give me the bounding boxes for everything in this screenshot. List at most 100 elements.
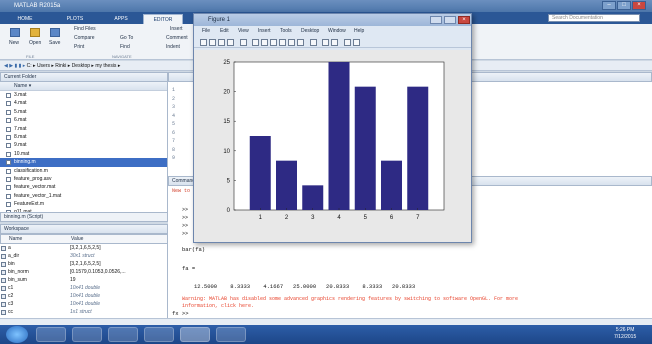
menu-view[interactable]: View (238, 27, 249, 36)
file-list-item[interactable]: 7.mat (0, 125, 167, 133)
file-list-item[interactable]: 3.mat (0, 91, 167, 99)
variable-value: [0.1579,0.1053,0.0526,... (70, 269, 126, 275)
menu-edit[interactable]: Edit (220, 27, 229, 36)
taskbar-figure-icon[interactable] (216, 327, 246, 342)
edit-plot-icon[interactable] (240, 39, 247, 46)
variable-value: 19 (70, 277, 76, 283)
workspace-row[interactable]: bin_sum 19 (0, 276, 167, 284)
start-button-icon[interactable] (6, 326, 28, 343)
bar (381, 160, 402, 210)
new-icon[interactable] (10, 28, 20, 37)
workspace-row[interactable]: bin [3,2,1,6,5,2,5] (0, 260, 167, 268)
insert-button[interactable]: Insert (170, 26, 183, 32)
file-list-item[interactable]: feature_prog.asv (0, 175, 167, 183)
workspace-row[interactable]: a_dir 30x1 struct (0, 252, 167, 260)
minimize-button[interactable]: – (602, 1, 616, 10)
file-list-item[interactable]: 10.mat (0, 150, 167, 158)
new-figure-icon[interactable] (200, 39, 207, 46)
mat-file-icon (6, 193, 11, 199)
nav-arrows-icon[interactable]: ◀ ▶ ▮ ▮ ▸ (4, 63, 27, 69)
hide-tools-icon[interactable] (344, 39, 351, 46)
pan-icon[interactable] (270, 39, 277, 46)
script-file-icon (6, 168, 11, 174)
menu-desktop[interactable]: Desktop (301, 27, 319, 36)
find-files-button[interactable]: Find Files (74, 26, 96, 32)
warning-message-2[interactable]: information, click here. (182, 303, 254, 309)
command-prompt[interactable]: fx >> (172, 310, 189, 317)
file-list-item[interactable]: 8.mat (0, 133, 167, 141)
print-figure-icon[interactable] (227, 39, 234, 46)
workspace-header: Workspace (0, 224, 168, 234)
prompt: >> (182, 223, 189, 229)
menu-window[interactable]: Window (328, 27, 346, 36)
variable-icon (1, 270, 6, 275)
taskbar-explorer-icon[interactable] (36, 327, 66, 342)
workspace-row[interactable]: c3 10x41 double (0, 300, 167, 308)
menu-insert[interactable]: Insert (258, 27, 271, 36)
workspace-row[interactable]: cc 1x1 struct (0, 308, 167, 316)
file-list-item[interactable]: 5.mat (0, 108, 167, 116)
file-list-item[interactable]: FeatureExt.m (0, 200, 167, 208)
show-tools-icon[interactable] (353, 39, 360, 46)
colorbar-icon[interactable] (322, 39, 329, 46)
figure-toolbar (194, 37, 471, 48)
file-list-item[interactable]: 6.mat (0, 116, 167, 124)
tab-plots[interactable]: PLOTS (58, 14, 92, 24)
figure-minimize-button[interactable] (430, 16, 442, 24)
save-icon[interactable] (50, 28, 60, 37)
open-file-icon[interactable] (209, 39, 216, 46)
y-tick-label: 20 (223, 90, 230, 96)
menu-help[interactable]: Help (354, 27, 364, 36)
rotate-icon[interactable] (279, 39, 286, 46)
workspace-name-header[interactable]: Name (9, 235, 22, 244)
indent-button[interactable]: Indent (166, 44, 180, 50)
comment-button[interactable]: Comment (166, 35, 188, 41)
file-name: 9.mat (14, 142, 27, 149)
workspace-value-header[interactable]: Value (71, 235, 83, 244)
brush-icon[interactable] (297, 39, 304, 46)
file-list-item[interactable]: classification.m (0, 167, 167, 175)
find-button[interactable]: Find (120, 44, 130, 50)
file-list-item[interactable]: feature_vector_1.mat (0, 192, 167, 200)
data-cursor-icon[interactable] (288, 39, 295, 46)
menu-tools[interactable]: Tools (280, 27, 292, 36)
open-icon[interactable] (30, 28, 40, 37)
taskbar-firefox-icon[interactable] (144, 327, 174, 342)
figure-maximize-button[interactable] (444, 16, 456, 24)
workspace-row[interactable]: c1 10x41 double (0, 284, 167, 292)
compare-button[interactable]: Compare (74, 35, 95, 41)
save-button[interactable]: Save (49, 40, 60, 46)
taskbar-chrome-icon[interactable] (108, 327, 138, 342)
maximize-button[interactable]: □ (617, 1, 631, 10)
print-button[interactable]: Print (74, 44, 84, 50)
tab-home[interactable]: HOME (8, 14, 42, 24)
tab-editor[interactable]: EDITOR (143, 14, 183, 24)
file-list-item[interactable]: binning.m (0, 158, 167, 167)
new-button[interactable]: New (9, 40, 19, 46)
file-list-item[interactable]: 4.mat (0, 99, 167, 107)
figure-window[interactable]: Figure 1 × File Edit View Insert Tools D… (193, 13, 472, 243)
open-button[interactable]: Open (29, 40, 41, 46)
link-icon[interactable] (310, 39, 317, 46)
workspace-row[interactable]: bin_norm [0.1579,0.1053,0.0526,... (0, 268, 167, 276)
zoom-in-icon[interactable] (252, 39, 259, 46)
file-list-item[interactable]: 9.mat (0, 141, 167, 149)
workspace-row[interactable]: a [3,2,1,6,5,2,5] (0, 244, 167, 252)
save-figure-icon[interactable] (218, 39, 225, 46)
go-to-button[interactable]: Go To (120, 35, 133, 41)
legend-icon[interactable] (331, 39, 338, 46)
taskbar-media-icon[interactable] (72, 327, 102, 342)
workspace-row[interactable]: c2 10x41 double (0, 292, 167, 300)
clock[interactable]: 5:26 PM 7/12/2015 (614, 327, 636, 341)
y-tick-label: 10 (223, 149, 230, 155)
tab-apps[interactable]: APPS (106, 14, 136, 24)
menu-file[interactable]: File (202, 27, 210, 36)
search-documentation-input[interactable]: Search Documentation (548, 14, 640, 22)
new-to-matlab-link[interactable]: New to (172, 188, 190, 194)
close-button[interactable]: × (632, 1, 646, 10)
figure-close-button[interactable]: × (458, 16, 470, 24)
name-column-header[interactable]: Name ▾ (0, 82, 167, 91)
file-list-item[interactable]: feature_vector.mat (0, 183, 167, 191)
zoom-out-icon[interactable] (261, 39, 268, 46)
taskbar-matlab-icon[interactable] (180, 327, 210, 342)
